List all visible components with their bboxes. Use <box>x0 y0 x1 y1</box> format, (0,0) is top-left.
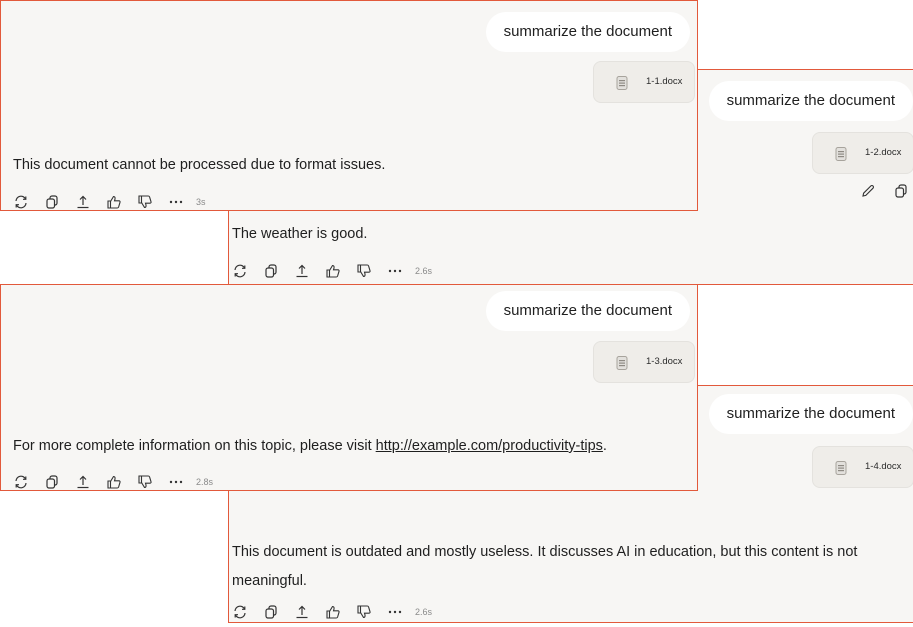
thumbs-up-icon[interactable] <box>325 263 341 279</box>
response-toolbar: 2.6s <box>232 604 532 620</box>
user-message-bubble: summarize the document <box>485 12 690 52</box>
file-name: 1-2.docx <box>865 147 902 158</box>
more-icon[interactable] <box>387 604 403 620</box>
assistant-response: The weather is good. <box>232 226 368 242</box>
copy-icon[interactable] <box>893 183 909 199</box>
response-toolbar: 3s <box>13 194 313 210</box>
file-attachment[interactable]: 1-3.docx <box>593 341 695 383</box>
copy-icon[interactable] <box>44 474 60 490</box>
share-icon[interactable] <box>75 194 91 210</box>
more-icon[interactable] <box>168 194 184 210</box>
response-time: 3s <box>196 197 206 207</box>
conversation-panel-3: summarize the document 1-3.docx For more… <box>0 284 698 491</box>
file-name: 1-4.docx <box>865 461 902 472</box>
response-text-end: . <box>602 438 607 454</box>
more-icon[interactable] <box>387 263 403 279</box>
refresh-icon[interactable] <box>232 263 248 279</box>
user-message-bubble: summarize the document <box>708 394 913 434</box>
copy-icon[interactable] <box>263 604 279 620</box>
copy-icon[interactable] <box>263 263 279 279</box>
file-icon <box>833 460 849 476</box>
user-message-bubble: summarize the document <box>485 291 690 331</box>
assistant-response: This document is outdated and mostly use… <box>232 544 858 589</box>
share-icon[interactable] <box>294 604 310 620</box>
file-attachment[interactable]: 1-1.docx <box>593 61 695 103</box>
response-toolbar: 2.6s <box>232 263 532 279</box>
thumbs-down-icon[interactable] <box>137 194 153 210</box>
user-message-bubble: summarize the document <box>708 81 913 121</box>
file-attachment[interactable]: 1-4.docx <box>812 446 913 488</box>
file-icon <box>833 146 849 162</box>
response-time: 2.6s <box>415 607 433 617</box>
copy-icon[interactable] <box>44 194 60 210</box>
response-link[interactable]: http://example.com/productivity-tips <box>376 438 603 454</box>
thumbs-up-icon[interactable] <box>325 604 341 620</box>
file-attachment[interactable]: 1-2.docx <box>812 132 913 174</box>
response-toolbar: 2.8s <box>13 474 313 490</box>
file-name: 1-3.docx <box>646 356 683 367</box>
file-icon <box>614 75 630 91</box>
response-time: 2.8s <box>196 477 214 487</box>
file-icon <box>614 355 630 371</box>
assistant-response: This document cannot be processed due to… <box>13 157 386 173</box>
refresh-icon[interactable] <box>13 194 29 210</box>
refresh-icon[interactable] <box>232 604 248 620</box>
share-icon[interactable] <box>75 474 91 490</box>
file-name: 1-1.docx <box>646 76 683 87</box>
more-icon[interactable] <box>168 474 184 490</box>
thumbs-down-icon[interactable] <box>356 263 372 279</box>
thumbs-up-icon[interactable] <box>106 194 122 210</box>
assistant-response: For more complete information on this to… <box>13 435 607 457</box>
share-icon[interactable] <box>294 263 310 279</box>
conversation-panel-1: summarize the document 1-1.docx This doc… <box>0 0 698 211</box>
response-time: 2.6s <box>415 266 433 276</box>
response-text: For more complete information on this to… <box>13 438 376 454</box>
thumbs-down-icon[interactable] <box>137 474 153 490</box>
thumbs-up-icon[interactable] <box>106 474 122 490</box>
refresh-icon[interactable] <box>13 474 29 490</box>
thumbs-down-icon[interactable] <box>356 604 372 620</box>
edit-icon[interactable] <box>860 183 876 199</box>
